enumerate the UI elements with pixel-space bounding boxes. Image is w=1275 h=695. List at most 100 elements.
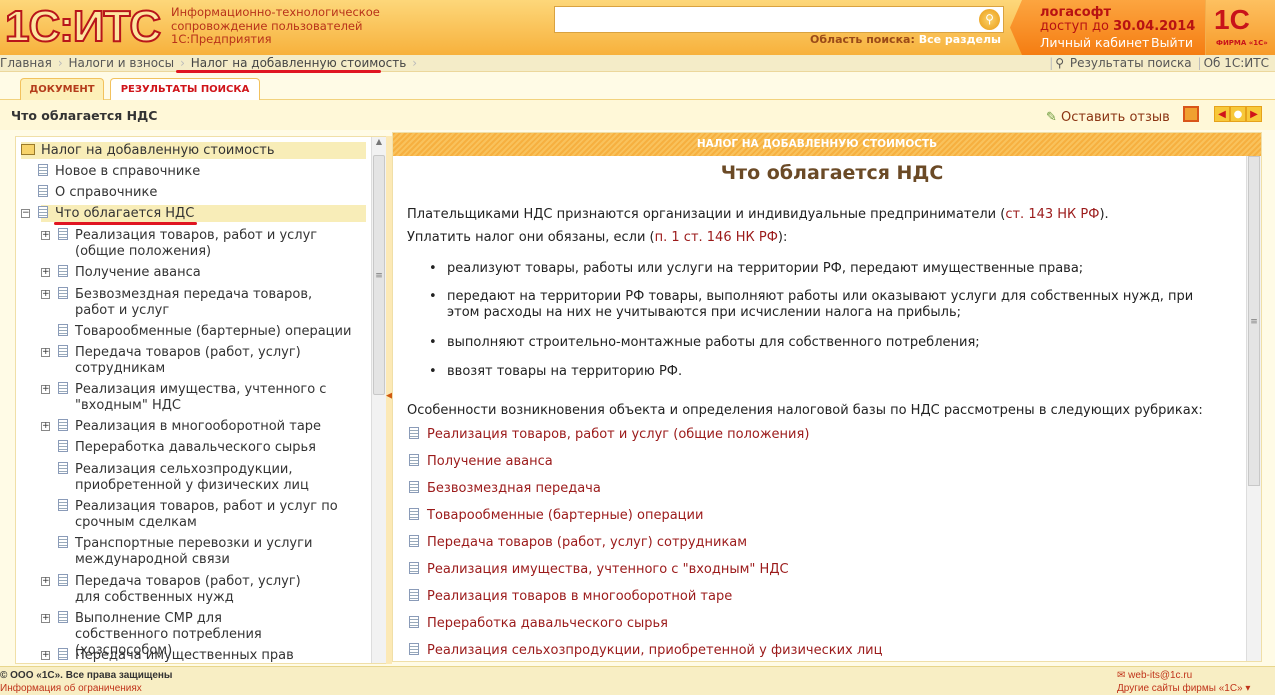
topic-link-label[interactable]: Безвозмездная передача: [427, 481, 601, 496]
collapse-icon[interactable]: −: [21, 209, 30, 218]
document-icon: [58, 611, 68, 623]
restrictions-link[interactable]: Информация об ограничениях: [0, 683, 142, 694]
topic-link[interactable]: Безвозмездная передача: [409, 481, 601, 496]
prev-icon[interactable]: ◀: [1214, 106, 1230, 122]
about-link[interactable]: Об 1С:ИТС: [1204, 56, 1269, 70]
tree-item[interactable]: Реализация имущества, учтенного с "входн…: [58, 382, 328, 413]
access-prefix: доступ до: [1040, 19, 1109, 34]
tree-item-label: Реализация товаров, работ и услуг по сро…: [75, 499, 338, 530]
tree-item[interactable]: Налог на добавленную стоимость: [21, 143, 341, 159]
email-link[interactable]: web-its@1c.ru: [1128, 670, 1192, 681]
tree-item[interactable]: Реализация товаров, работ и услуг по сро…: [58, 499, 348, 530]
section-banner: НАЛОГ НА ДОБАВЛЕННУЮ СТОИМОСТЬ: [393, 133, 1261, 156]
tree-item[interactable]: Передача товаров (работ, услуг) сотрудни…: [58, 345, 318, 376]
document-icon: [409, 562, 419, 574]
expand-icon[interactable]: +: [41, 577, 50, 586]
lightbulb-icon[interactable]: ●: [1230, 106, 1246, 122]
tree-item[interactable]: Переработка давальческого сырья: [58, 440, 378, 456]
expand-icon[interactable]: +: [41, 290, 50, 299]
topic-link-label[interactable]: Реализация товаров, работ и услуг (общие…: [427, 427, 809, 442]
tree-item[interactable]: Что облагается НДС: [38, 206, 358, 222]
topic-link-label[interactable]: Реализация имущества, учтенного с "входн…: [427, 562, 789, 577]
print-icon[interactable]: [1183, 106, 1199, 122]
breadcrumb-home[interactable]: Главная: [0, 56, 52, 70]
topic-link[interactable]: Реализация товаров, работ и услуг (общие…: [409, 427, 809, 442]
tree-item[interactable]: Товарообменные (бартерные) операции: [58, 324, 378, 340]
link-art146[interactable]: п. 1 ст. 146 НК РФ: [655, 230, 778, 245]
contents-tree: Налог на добавленную стоимость Новое в сп…: [15, 136, 387, 664]
topic-link-label[interactable]: Товарообменные (бартерные) операции: [427, 508, 703, 523]
tree-item[interactable]: Получение аванса: [58, 265, 378, 281]
search-results-icon: ⚲: [1055, 56, 1065, 70]
expand-icon[interactable]: +: [41, 651, 50, 660]
user-panel: логасофт доступ до 30.04.2014 Личный каб…: [1010, 0, 1205, 55]
topic-link-label[interactable]: Реализация товаров в многооборотной таре: [427, 589, 732, 604]
topic-link-label[interactable]: Получение аванса: [427, 454, 553, 469]
tab-document[interactable]: ДОКУМЕНТ: [20, 78, 104, 100]
topic-link-label[interactable]: Реализация сельхозпродукции, приобретенн…: [427, 643, 882, 658]
document-icon: [58, 536, 68, 548]
top-links: | ⚲ Результаты поиска | Об 1С:ИТС: [1049, 56, 1269, 70]
expand-icon[interactable]: +: [41, 231, 50, 240]
topic-link[interactable]: Товарообменные (бартерные) операции: [409, 508, 703, 523]
firm-logo[interactable]: 1С ФИРМА «1С»: [1205, 0, 1275, 55]
tree-item[interactable]: Выполнение СМР для собственного потребле…: [58, 611, 318, 658]
tree-scrollbar[interactable]: ▲ ≡: [371, 137, 386, 663]
tree-item-label: Налог на добавленную стоимость: [41, 143, 275, 158]
expand-icon[interactable]: +: [41, 348, 50, 357]
feedback-button[interactable]: ✎ Оставить отзыв: [1046, 110, 1170, 125]
link-art143[interactable]: ст. 143 НК РФ: [1005, 207, 1099, 222]
scope-value[interactable]: Все разделы: [919, 33, 1001, 46]
document-icon: [38, 206, 48, 218]
tree-item[interactable]: Новое в справочнике: [38, 164, 358, 180]
document-icon: [58, 345, 68, 357]
tree-item[interactable]: Транспортные перевозки и услуги междунар…: [58, 536, 318, 567]
its-logo[interactable]: 1С:ИТС: [4, 4, 162, 50]
search-scope[interactable]: Область поиска: Все разделы: [810, 33, 1001, 46]
expand-icon[interactable]: +: [41, 614, 50, 623]
tree-item-label: Передача товаров (работ, услуг) сотрудни…: [75, 345, 301, 376]
document-icon: [58, 440, 68, 452]
breadcrumb-taxes[interactable]: Налоги и взносы: [68, 56, 174, 70]
topic-link[interactable]: Реализация имущества, учтенного с "входн…: [409, 562, 789, 577]
tree-item-label: Что облагается НДС: [55, 206, 195, 221]
tree-item[interactable]: Передача имущественных прав: [58, 648, 378, 663]
document-icon: [38, 185, 48, 197]
document-scrollbar[interactable]: ≡: [1246, 156, 1261, 661]
search-input[interactable]: ⚲: [554, 6, 1004, 33]
tree-item[interactable]: Реализация товаров, работ и услуг (общие…: [58, 228, 318, 259]
tree-item-label: Товарообменные (бартерные) операции: [75, 324, 352, 339]
tree-item[interactable]: О справочнике: [38, 185, 358, 201]
tab-search-results[interactable]: РЕЗУЛЬТАТЫ ПОИСКА: [110, 78, 260, 100]
next-icon[interactable]: ▶: [1246, 106, 1262, 122]
search-results-link[interactable]: Результаты поиска: [1070, 56, 1192, 70]
bullet-item: реализуют товары, работы или услуги на т…: [429, 261, 1219, 277]
tree-item[interactable]: Передача товаров (работ, услуг) для собс…: [58, 574, 328, 605]
topic-link-label[interactable]: Передача товаров (работ, услуг) сотрудни…: [427, 535, 747, 550]
tree-item[interactable]: Реализация сельхозпродукции, приобретенн…: [58, 462, 318, 493]
tagline: Информационно-технологическое сопровожде…: [171, 5, 380, 47]
access-info: доступ до 30.04.2014: [1040, 19, 1195, 34]
expand-icon[interactable]: +: [41, 268, 50, 277]
document-icon: [58, 287, 68, 299]
topic-link[interactable]: Реализация товаров в многооборотной таре: [409, 589, 732, 604]
scroll-thumb[interactable]: ≡: [373, 155, 385, 395]
logout-link[interactable]: Выйти: [1151, 35, 1193, 50]
topic-link[interactable]: Получение аванса: [409, 454, 553, 469]
expand-icon[interactable]: +: [41, 422, 50, 431]
document-title: Что облагается НДС: [720, 162, 944, 184]
topic-link[interactable]: Переработка давальческого сырья: [409, 616, 668, 631]
document-icon: [409, 616, 419, 628]
topic-link-label[interactable]: Переработка давальческого сырья: [427, 616, 668, 631]
topic-link[interactable]: Передача товаров (работ, услуг) сотрудни…: [409, 535, 747, 550]
breadcrumb-vat[interactable]: Налог на добавленную стоимость: [191, 56, 407, 70]
search-icon[interactable]: ⚲: [979, 9, 1000, 30]
expand-icon[interactable]: +: [41, 385, 50, 394]
cabinet-link[interactable]: Личный кабинет: [1040, 35, 1149, 50]
tree-item[interactable]: Реализация в многооборотной таре: [58, 419, 378, 435]
topic-link[interactable]: Реализация сельхозпродукции, приобретенн…: [409, 643, 882, 658]
scroll-thumb[interactable]: ≡: [1248, 156, 1260, 486]
other-sites-link[interactable]: Другие сайты фирмы «1С» ▾: [1117, 683, 1250, 694]
document-icon: [409, 481, 419, 493]
tree-item[interactable]: Безвозмездная передача товаров, работ и …: [58, 287, 348, 318]
